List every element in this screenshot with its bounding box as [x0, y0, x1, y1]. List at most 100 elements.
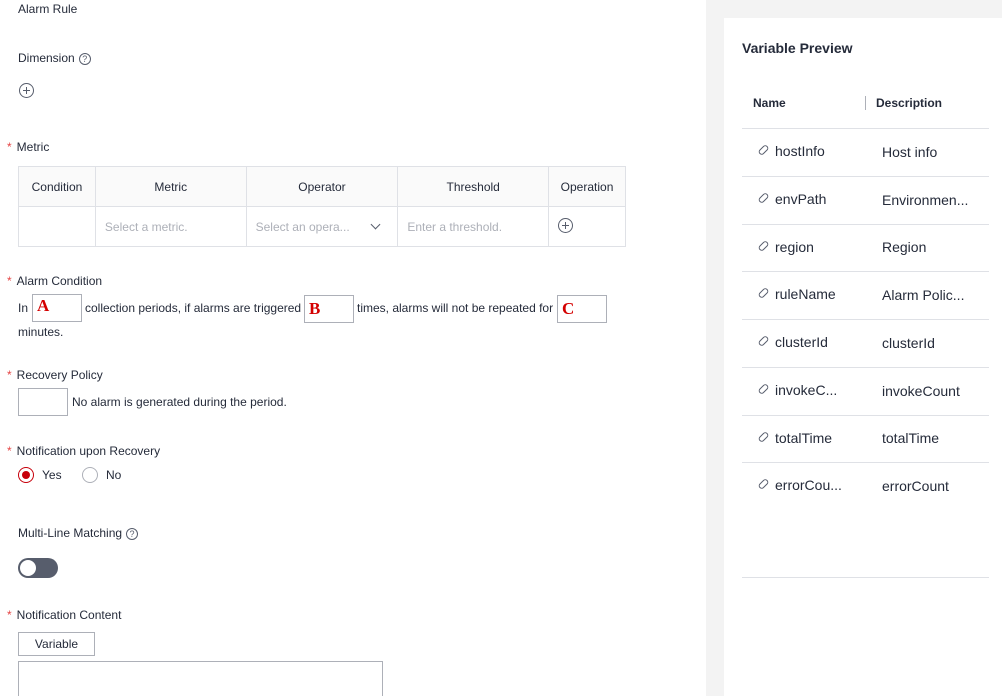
chevron-down-icon	[370, 219, 381, 230]
variable-name-text: envPath	[775, 191, 827, 207]
variable-row-description: clusterId	[882, 335, 935, 351]
row-divider	[742, 367, 989, 368]
link-icon	[757, 431, 770, 444]
name-column-header: Name	[753, 96, 786, 110]
table-bottom-line	[742, 577, 989, 578]
recovery-text: No alarm is generated during the period.	[72, 395, 287, 409]
row-divider	[742, 319, 989, 320]
multi-line-toggle[interactable]	[18, 558, 58, 578]
periods-text: collection periods, if alarms are trigge…	[85, 301, 302, 315]
variable-name-text: clusterId	[775, 334, 828, 350]
threshold-input[interactable]: Enter a threshold.	[397, 206, 550, 247]
metric-label: * Metric	[7, 140, 49, 154]
variable-row-name[interactable]: ruleName	[757, 286, 836, 302]
variable-row-description: Environmen...	[882, 192, 969, 208]
variable-row-name[interactable]: invokeC...	[757, 382, 838, 398]
variable-name-text: hostInfo	[775, 143, 825, 159]
variable-row-description: Region	[882, 239, 927, 255]
marker-b: B	[309, 299, 321, 318]
radio-yes-label[interactable]: Yes	[42, 468, 62, 482]
col-metric-header: Metric	[94, 166, 247, 207]
metric-label-text: Metric	[16, 140, 50, 154]
row-divider	[742, 128, 989, 129]
metric-table-header-row: Condition Metric Operator Threshold Oper…	[18, 166, 626, 207]
notification-recovery-label-text: Notification upon Recovery	[16, 444, 161, 458]
variable-row-description: invokeCount	[882, 383, 960, 399]
minutes-text: minutes.	[18, 325, 64, 339]
radio-no-label[interactable]: No	[106, 468, 121, 482]
variable-preview-panel	[724, 18, 1002, 696]
row-divider	[742, 271, 989, 272]
col-operation-header: Operation	[548, 166, 626, 207]
required-mark: *	[7, 140, 12, 154]
variable-row-description: totalTime	[882, 430, 940, 446]
variable-row-name[interactable]: errorCou...	[757, 477, 842, 493]
operation-cell	[548, 206, 626, 247]
periods-input[interactable]: A	[32, 294, 82, 322]
column-separator	[865, 96, 866, 110]
required-mark: *	[7, 368, 12, 382]
condition-cell	[18, 206, 96, 247]
times-text: times, alarms will not be repeated for	[357, 301, 554, 315]
variable-preview-title: Variable Preview	[742, 40, 853, 56]
in-text: In	[18, 301, 29, 315]
add-dimension-icon[interactable]	[19, 83, 34, 98]
link-icon	[757, 240, 770, 253]
variable-button[interactable]: Variable	[18, 632, 95, 656]
marker-c: C	[562, 299, 575, 318]
link-icon	[757, 287, 770, 300]
row-divider	[742, 462, 989, 463]
row-divider	[742, 176, 989, 177]
alarm-condition-label: * Alarm Condition	[7, 274, 102, 288]
marker-a: A	[37, 296, 50, 315]
alarm-condition-label-text: Alarm Condition	[16, 274, 103, 288]
operator-placeholder: Select an opera...	[255, 219, 350, 234]
recovery-policy-label: * Recovery Policy	[7, 368, 103, 382]
variable-row-name[interactable]: envPath	[757, 191, 827, 207]
alarm-rule-label: Alarm Rule	[18, 2, 78, 16]
row-divider	[742, 224, 989, 225]
help-icon[interactable]: ?	[78, 52, 91, 65]
metric-select[interactable]: Select a metric.	[94, 206, 247, 247]
recovery-input[interactable]	[18, 388, 68, 416]
variable-row-name[interactable]: totalTime	[757, 430, 833, 446]
required-mark: *	[7, 608, 12, 622]
description-column-header: Description	[876, 96, 943, 110]
metric-table: Condition Metric Operator Threshold Oper…	[18, 166, 626, 247]
variable-row-name[interactable]: hostInfo	[757, 143, 825, 159]
add-metric-icon[interactable]	[558, 217, 574, 233]
variable-name-text: ruleName	[775, 286, 836, 302]
times-input[interactable]: B	[304, 295, 354, 323]
variable-name-text: totalTime	[775, 430, 833, 446]
radio-yes[interactable]	[18, 467, 34, 483]
variable-row-description: errorCount	[882, 478, 949, 494]
metric-table-row: Select a metric. Select an opera... Ente…	[18, 206, 626, 247]
recovery-policy-label-text: Recovery Policy	[16, 368, 103, 382]
multi-line-label: Multi-Line Matching?	[18, 526, 139, 540]
col-condition-header: Condition	[18, 166, 96, 207]
link-icon	[757, 144, 770, 157]
notification-content-textarea[interactable]	[18, 661, 383, 696]
dimension-label-text: Dimension	[18, 51, 75, 65]
dimension-label: Dimension?	[18, 51, 91, 65]
variable-row-name[interactable]: region	[757, 239, 814, 255]
variable-name-text: region	[775, 239, 814, 255]
toggle-knob	[20, 560, 36, 576]
help-icon[interactable]: ?	[126, 527, 139, 540]
notification-content-label-text: Notification Content	[16, 608, 122, 622]
required-mark: *	[7, 444, 12, 458]
notification-recovery-label: * Notification upon Recovery	[7, 444, 160, 458]
variable-row-description: Host info	[882, 144, 938, 160]
link-icon	[757, 478, 770, 491]
multi-line-label-text: Multi-Line Matching	[18, 526, 123, 540]
link-icon	[757, 192, 770, 205]
variable-row-name[interactable]: clusterId	[757, 334, 828, 350]
variable-name-text: errorCou...	[775, 477, 842, 493]
link-icon	[757, 383, 770, 396]
notification-content-label: * Notification Content	[7, 608, 121, 622]
repeat-input[interactable]: C	[557, 295, 607, 323]
required-mark: *	[7, 274, 12, 288]
operator-select[interactable]: Select an opera...	[245, 206, 399, 247]
radio-no[interactable]	[82, 467, 98, 483]
variable-name-text: invokeC...	[775, 382, 838, 398]
